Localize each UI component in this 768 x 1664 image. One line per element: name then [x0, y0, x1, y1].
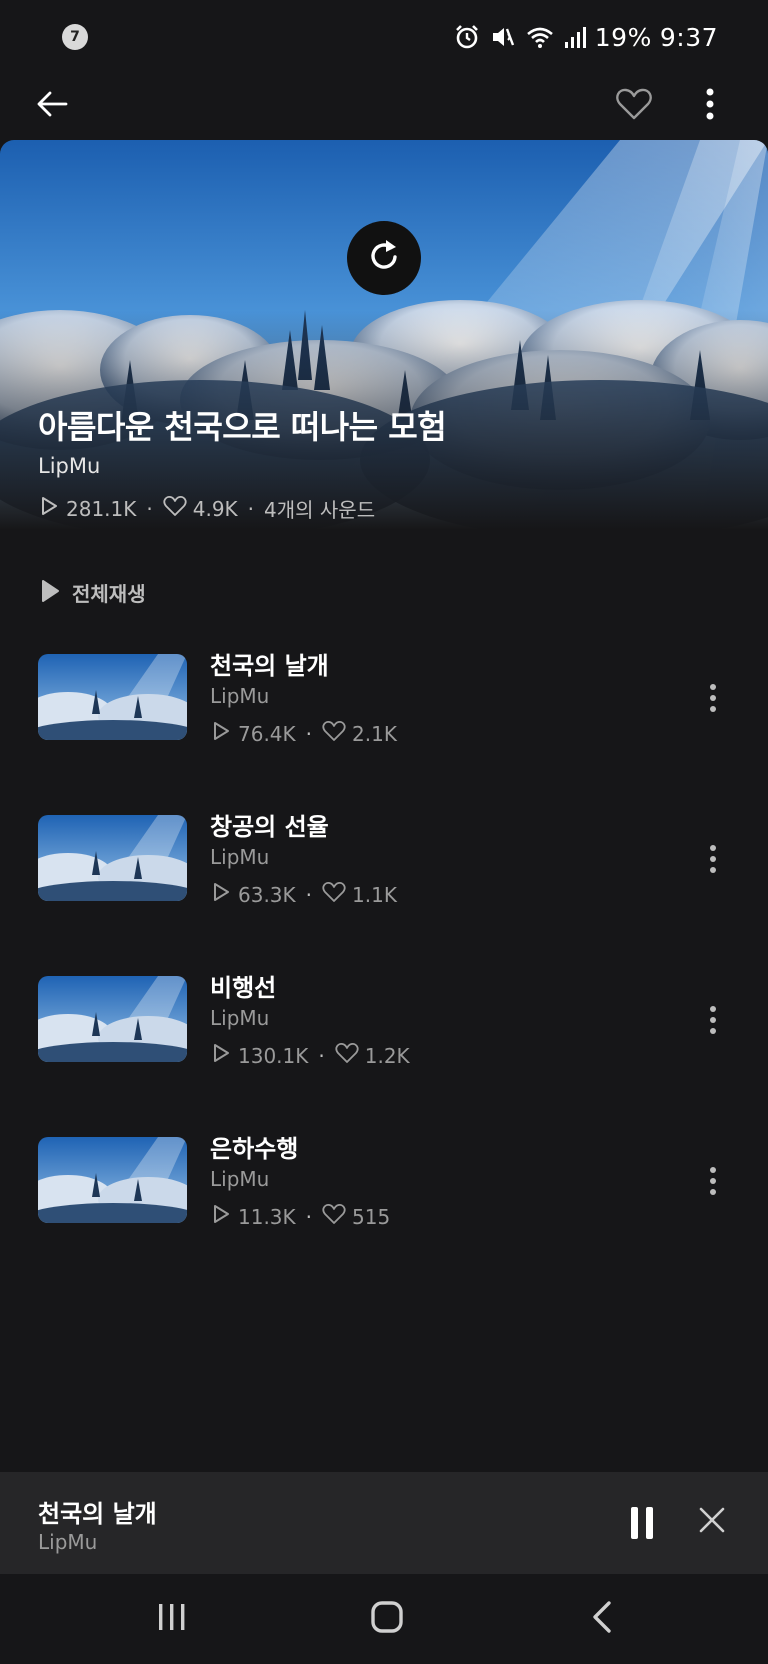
more-vertical-icon: [709, 1166, 717, 1200]
refresh-button[interactable]: [347, 221, 421, 295]
app-bar: [0, 70, 768, 142]
track-title: 창공의 선율: [210, 813, 329, 841]
playlist-sound-count: 4개의 사운드: [264, 498, 376, 522]
track-like-count: 515: [352, 1204, 391, 1229]
track-stats: 130.1K · 1.2K: [210, 1042, 410, 1069]
playlist-title: 아름다운 천국으로 떠나는 모험: [38, 408, 447, 446]
separator-dot: ·: [305, 1204, 313, 1229]
play-count-icon: [210, 720, 232, 747]
playlist-like-count: 4.9K: [192, 496, 238, 521]
wifi-icon: [525, 23, 555, 51]
play-icon: [40, 579, 60, 607]
track-more-button[interactable]: [698, 1161, 728, 1205]
more-vertical-icon: [709, 683, 717, 717]
pause-button[interactable]: [622, 1500, 662, 1546]
more-vertical-icon: [709, 844, 717, 878]
play-count-icon: [210, 1042, 232, 1069]
track-more-button[interactable]: [698, 1000, 728, 1044]
track-item[interactable]: 천국의 날개 LipMu 76.4K · 2.1K: [0, 640, 768, 801]
play-count-icon: [38, 495, 60, 522]
status-icons: 19% 9:37: [453, 20, 718, 54]
playlist-screen: 7 19% 9:37 아름다운 천국으로 떠나는 모험 LipMu 281.1K…: [0, 0, 768, 1664]
track-title: 은하수행: [210, 1135, 299, 1163]
track-thumbnail: [38, 1137, 187, 1223]
pause-icon-bar: [646, 1507, 653, 1539]
track-like-count: 1.2K: [364, 1043, 410, 1068]
like-count-icon: [163, 495, 187, 522]
system-back-button[interactable]: [572, 1596, 632, 1642]
close-player-button[interactable]: [692, 1502, 732, 1542]
track-title: 천국의 날개: [210, 652, 329, 680]
notification-badge: 7: [62, 24, 88, 50]
back-button[interactable]: [28, 82, 76, 130]
track-stats: 76.4K · 2.1K: [210, 720, 397, 747]
mini-player-artist: LipMu: [38, 1530, 98, 1554]
track-stats: 11.3K · 515: [210, 1203, 390, 1230]
playlist-artist[interactable]: LipMu: [38, 454, 100, 478]
track-artist: LipMu: [210, 845, 270, 869]
separator-dot: ·: [247, 496, 255, 521]
more-options-button[interactable]: [692, 82, 728, 130]
track-item[interactable]: 은하수행 LipMu 11.3K · 515: [0, 1123, 768, 1284]
playlist-play-count: 281.1K: [66, 496, 137, 521]
chevron-left-icon: [590, 1600, 614, 1638]
playlist-header: 아름다운 천국으로 떠나는 모험 LipMu 281.1K · 4.9K · 4…: [0, 140, 768, 530]
track-list: 천국의 날개 LipMu 76.4K · 2.1K 창공의 선율 LipMu 6…: [0, 640, 768, 1284]
status-bar: 7 19% 9:37: [0, 0, 768, 70]
more-vertical-icon: [705, 88, 715, 124]
like-count-icon: [322, 720, 346, 747]
favorite-button[interactable]: [610, 82, 658, 130]
arrow-left-icon: [34, 86, 70, 126]
recent-apps-icon: [156, 1602, 188, 1636]
system-navigation-bar: [0, 1574, 768, 1664]
playlist-stats: 281.1K · 4.9K · 4개의 사운드: [38, 494, 375, 523]
track-item[interactable]: 창공의 선율 LipMu 63.3K · 1.1K: [0, 801, 768, 962]
track-like-count: 1.1K: [352, 882, 397, 907]
track-thumbnail: [38, 654, 187, 740]
battery-text: 19%: [594, 22, 652, 52]
play-all-label: 전체재생: [72, 582, 146, 606]
signal-icon: [563, 23, 587, 51]
home-icon: [370, 1600, 404, 1638]
more-vertical-icon: [709, 1005, 717, 1039]
play-count-icon: [210, 881, 232, 908]
separator-dot: ·: [318, 1043, 325, 1068]
track-thumbnail: [38, 976, 187, 1062]
track-play-count: 130.1K: [238, 1043, 309, 1068]
like-count-icon: [322, 1203, 346, 1230]
refresh-icon: [364, 236, 404, 280]
track-artist: LipMu: [210, 684, 270, 708]
close-icon: [698, 1506, 726, 1538]
alarm-icon: [453, 23, 481, 51]
track-artist: LipMu: [210, 1006, 270, 1030]
track-title: 비행선: [210, 974, 277, 1002]
track-like-count: 2.1K: [352, 721, 397, 746]
play-all-button[interactable]: 전체재생: [40, 578, 146, 607]
mini-player[interactable]: 천국의 날개 LipMu: [0, 1472, 768, 1574]
recent-apps-button[interactable]: [142, 1596, 202, 1642]
track-play-count: 11.3K: [238, 1204, 296, 1229]
track-stats: 63.3K · 1.1K: [210, 881, 397, 908]
track-item[interactable]: 비행선 LipMu 130.1K · 1.2K: [0, 962, 768, 1123]
pause-icon: [631, 1507, 638, 1539]
track-more-button[interactable]: [698, 678, 728, 722]
separator-dot: ·: [305, 721, 313, 746]
home-button[interactable]: [357, 1596, 417, 1642]
like-count-icon: [322, 881, 346, 908]
mute-icon: [489, 23, 517, 51]
track-play-count: 76.4K: [238, 721, 296, 746]
mini-player-title: 천국의 날개: [38, 1500, 157, 1528]
track-thumbnail: [38, 815, 187, 901]
clock-text: 9:37: [659, 22, 718, 52]
track-more-button[interactable]: [698, 839, 728, 883]
track-play-count: 63.3K: [238, 882, 296, 907]
like-count-icon: [335, 1042, 359, 1069]
play-count-icon: [210, 1203, 232, 1230]
separator-dot: ·: [305, 882, 313, 907]
separator-dot: ·: [146, 496, 153, 521]
track-artist: LipMu: [210, 1167, 270, 1191]
heart-outline-icon: [615, 87, 653, 125]
